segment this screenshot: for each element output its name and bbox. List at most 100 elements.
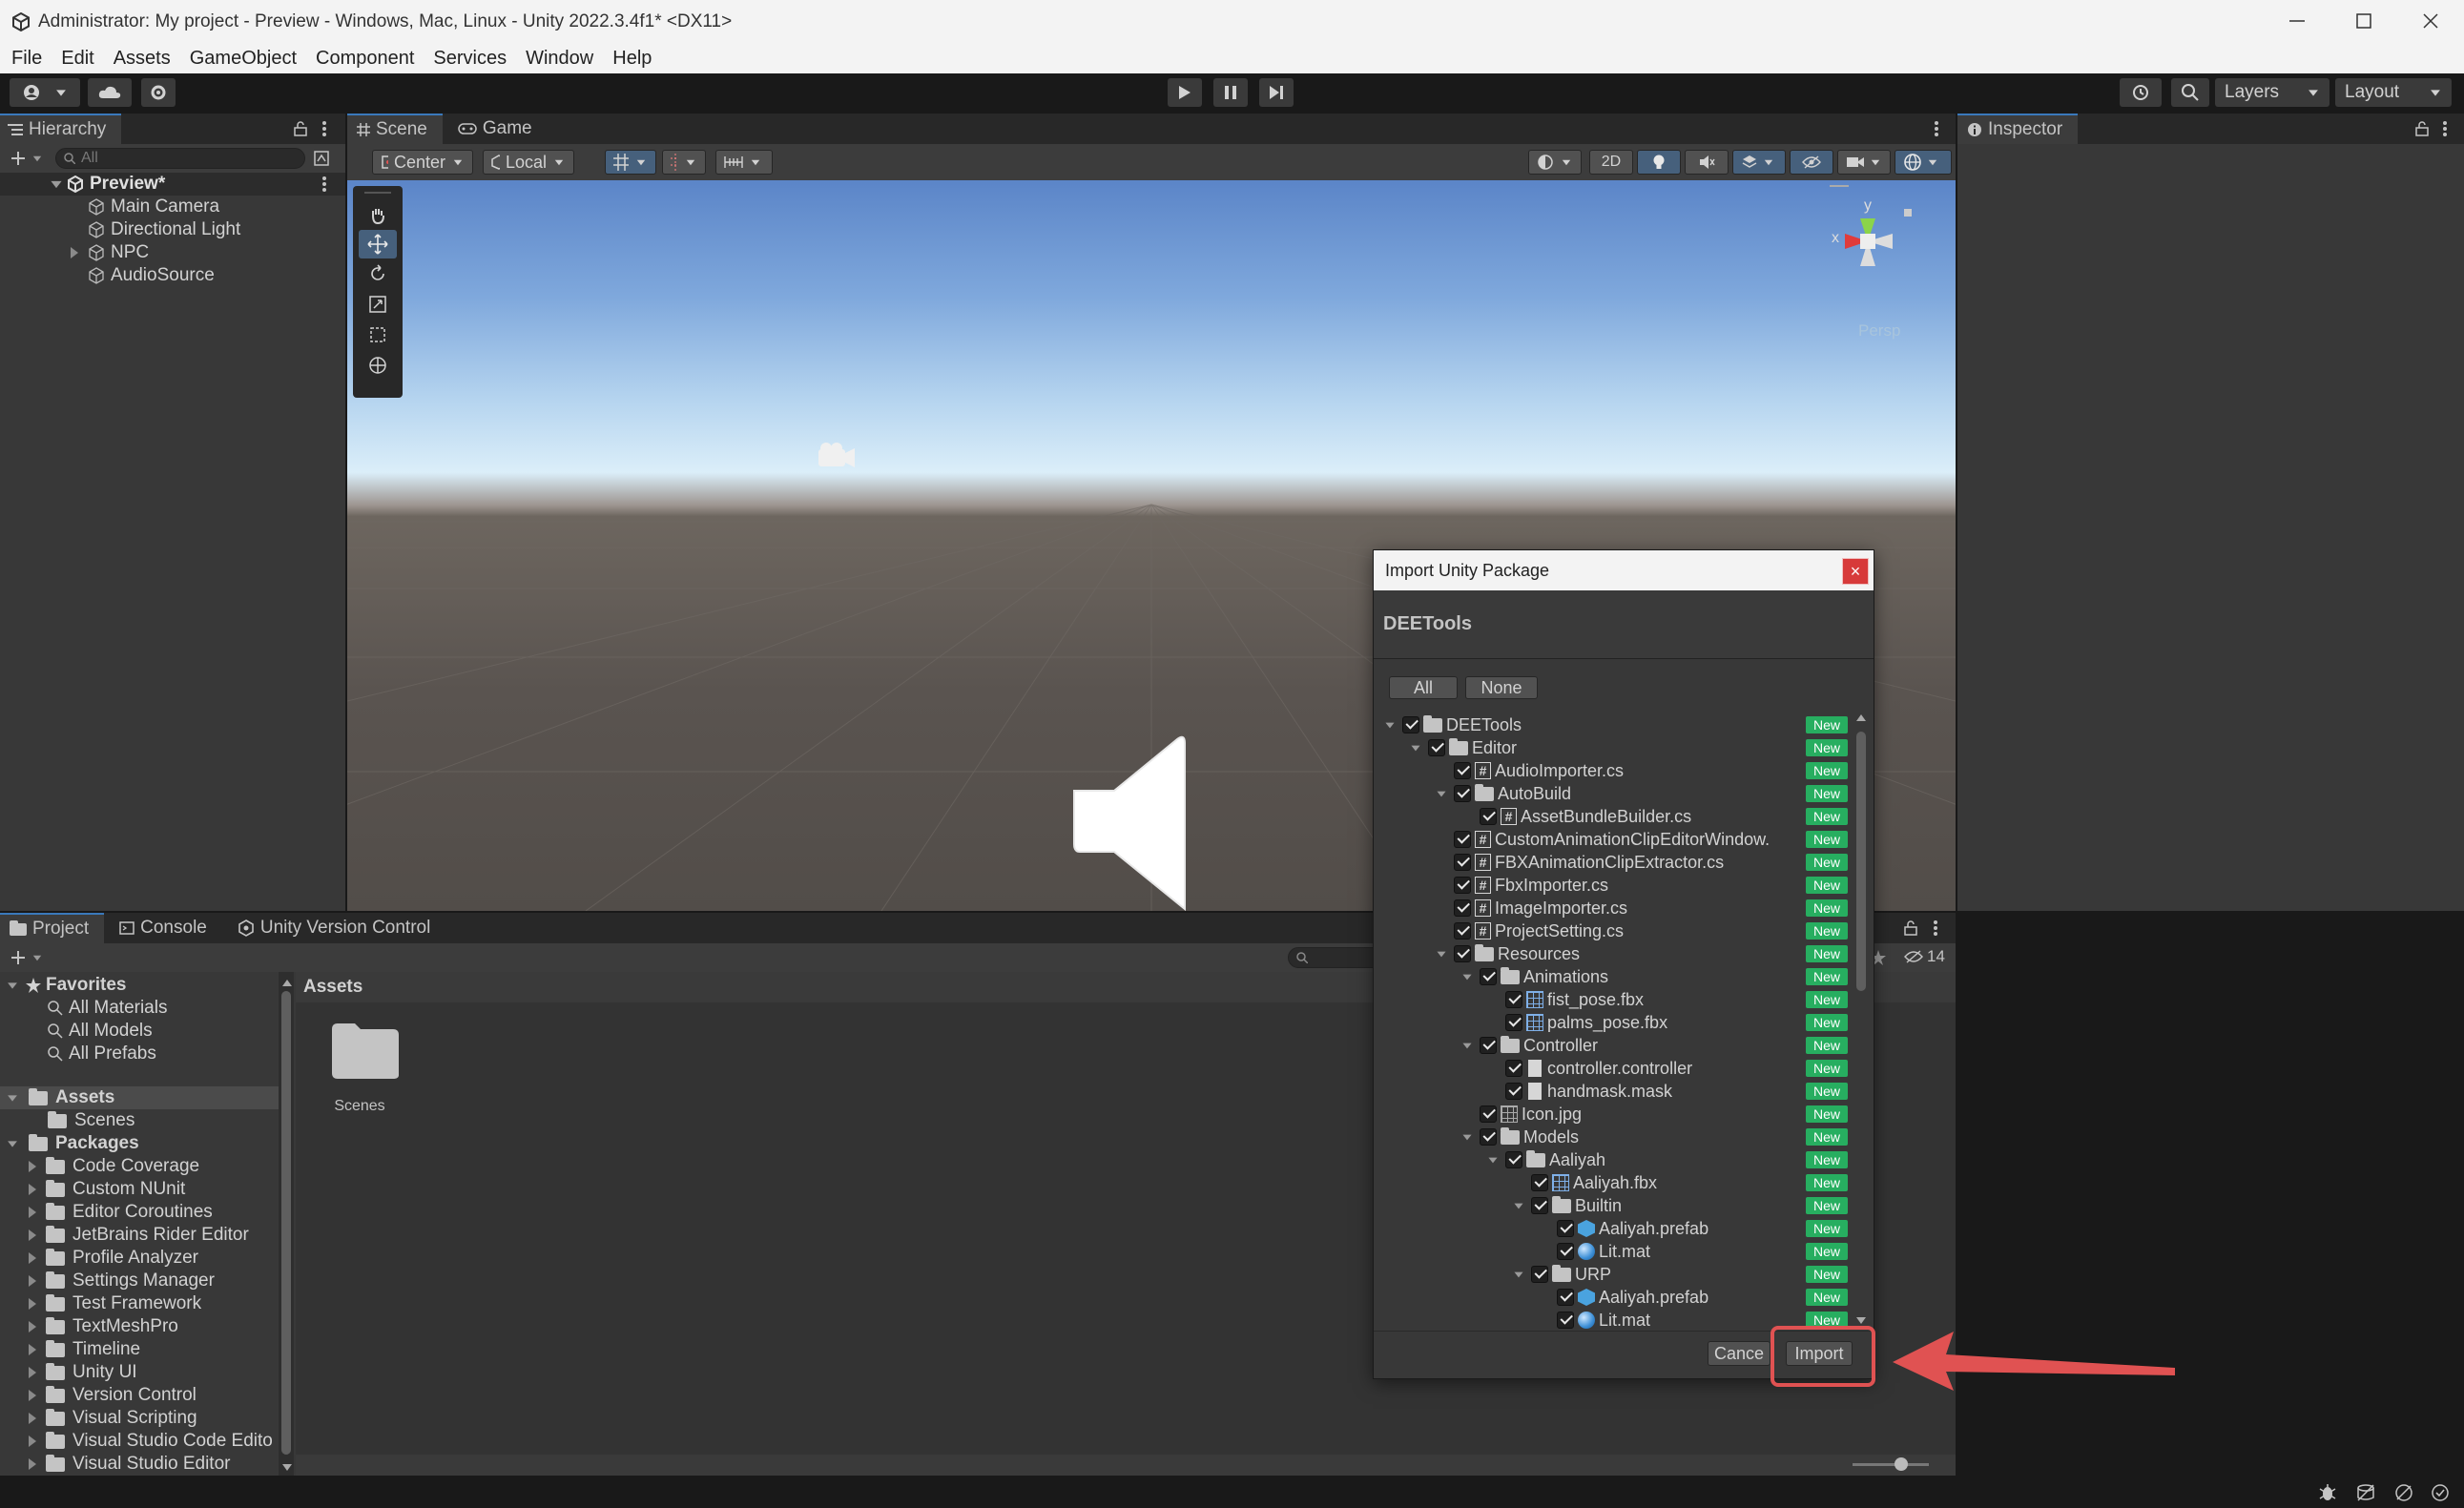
package-item[interactable]: Visual Studio Code Edito: [0, 1430, 279, 1453]
hand-tool-button[interactable]: [359, 201, 397, 230]
package-tree-row[interactable]: palms_pose.fbx New: [1374, 1011, 1848, 1034]
search-button[interactable]: [2171, 78, 2209, 107]
check-circle-icon[interactable]: [2431, 1483, 2450, 1502]
tab-hierarchy[interactable]: Hierarchy: [0, 114, 122, 144]
include-checkbox[interactable]: [1480, 808, 1497, 825]
package-item[interactable]: JetBrains Rider Editor: [0, 1224, 279, 1247]
dialog-close-button[interactable]: ×: [1842, 558, 1869, 585]
package-tree-row[interactable]: Aaliyah.prefab New: [1374, 1286, 1848, 1309]
audio-toggle[interactable]: [1685, 150, 1729, 175]
package-item[interactable]: Code Coverage: [0, 1155, 279, 1178]
hierarchy-search-input[interactable]: All: [55, 148, 305, 169]
grid-snap-button[interactable]: [605, 150, 656, 175]
create-asset-button[interactable]: [10, 949, 44, 966]
space-dropdown[interactable]: Local: [483, 150, 574, 175]
scene-root-row[interactable]: Preview*: [0, 173, 345, 196]
breadcrumb-assets[interactable]: Assets: [303, 977, 362, 998]
package-item[interactable]: Profile Analyzer: [0, 1247, 279, 1270]
expand-arrow-icon[interactable]: [29, 1275, 36, 1287]
package-item[interactable]: Visual Studio Editor: [0, 1453, 279, 1476]
icon-size-slider[interactable]: [1853, 1457, 1929, 1471]
tab-console[interactable]: Console: [104, 913, 222, 943]
asset-item-scenes[interactable]: Scenes: [317, 1020, 403, 1125]
include-checkbox[interactable]: [1505, 991, 1522, 1008]
package-tree-row[interactable]: AutoBuild New: [1374, 782, 1848, 805]
include-checkbox[interactable]: [1402, 716, 1419, 733]
expand-arrow-icon[interactable]: [1437, 951, 1446, 957]
expand-arrow-icon[interactable]: [29, 1413, 36, 1424]
package-tree-row[interactable]: # ProjectSetting.cs New: [1374, 919, 1848, 942]
package-tree-row[interactable]: handmask.mask New: [1374, 1080, 1848, 1103]
scene-kebab-icon[interactable]: [321, 175, 327, 194]
pivot-dropdown[interactable]: Center: [372, 150, 473, 175]
kebab-menu-icon[interactable]: [1934, 119, 1939, 138]
cache-server-icon[interactable]: [2356, 1483, 2375, 1502]
package-tree-row[interactable]: # AudioImporter.cs New: [1374, 759, 1848, 782]
select-all-button[interactable]: All: [1389, 676, 1458, 699]
expand-arrow-icon[interactable]: [29, 1390, 36, 1401]
menu-gameobject[interactable]: GameObject: [190, 48, 297, 70]
package-item[interactable]: Version Control: [0, 1384, 279, 1407]
rect-tool-button[interactable]: [359, 320, 397, 350]
include-checkbox[interactable]: [1428, 739, 1445, 756]
expand-arrow-icon[interactable]: [1437, 791, 1446, 796]
expand-arrow-icon[interactable]: [29, 1161, 36, 1172]
cancel-button[interactable]: Cance: [1708, 1341, 1770, 1366]
tree-scrollbar[interactable]: [279, 972, 294, 1476]
expand-arrow-icon[interactable]: [29, 1252, 36, 1264]
include-checkbox[interactable]: [1454, 945, 1471, 962]
menu-component[interactable]: Component: [316, 48, 414, 70]
expand-arrow-icon[interactable]: [1514, 1203, 1523, 1208]
kebab-menu-icon[interactable]: [2442, 119, 2448, 138]
include-checkbox[interactable]: [1531, 1174, 1548, 1191]
favorite-all-materials[interactable]: All Materials: [0, 997, 279, 1020]
visibility-toggle[interactable]: [1790, 150, 1833, 175]
network-disabled-icon[interactable]: [2394, 1483, 2413, 1502]
expand-arrow-icon[interactable]: [29, 1458, 36, 1470]
expand-arrow-icon[interactable]: [71, 247, 78, 258]
package-item[interactable]: Settings Manager: [0, 1270, 279, 1292]
include-checkbox[interactable]: [1531, 1197, 1548, 1214]
include-checkbox[interactable]: [1454, 877, 1471, 894]
include-checkbox[interactable]: [1557, 1289, 1574, 1306]
package-tree-row[interactable]: Aaliyah.fbx New: [1374, 1171, 1848, 1194]
include-checkbox[interactable]: [1480, 968, 1497, 985]
menu-edit[interactable]: Edit: [61, 48, 93, 70]
step-button[interactable]: [1259, 78, 1294, 107]
package-item[interactable]: Test Framework: [0, 1292, 279, 1315]
include-checkbox[interactable]: [1505, 1014, 1522, 1031]
tab-scene[interactable]: Scene: [347, 114, 443, 144]
include-checkbox[interactable]: [1454, 762, 1471, 779]
include-checkbox[interactable]: [1505, 1151, 1522, 1168]
rotate-tool-button[interactable]: [359, 258, 397, 289]
layers-dropdown[interactable]: Layers: [2215, 78, 2329, 107]
favorites-header[interactable]: Favorites: [0, 974, 279, 997]
include-checkbox[interactable]: [1505, 1060, 1522, 1077]
expand-arrow-icon[interactable]: [29, 1184, 36, 1195]
package-tree-row[interactable]: Editor New: [1374, 736, 1848, 759]
expand-arrow-icon[interactable]: [1385, 722, 1395, 728]
menu-services[interactable]: Services: [433, 48, 507, 70]
package-tree-row[interactable]: # ImageImporter.cs New: [1374, 897, 1848, 919]
menu-file[interactable]: File: [11, 48, 42, 70]
assets-scenes-folder[interactable]: Scenes: [0, 1109, 279, 1132]
expand-arrow-icon[interactable]: [29, 1344, 36, 1355]
package-item[interactable]: Editor Coroutines: [0, 1201, 279, 1224]
package-tree-row[interactable]: Aaliyah.prefab New: [1374, 1217, 1848, 1240]
package-tree-row[interactable]: Lit.mat New: [1374, 1240, 1848, 1263]
camera-gizmo-icon[interactable]: [813, 440, 859, 472]
package-tree-row[interactable]: Icon.jpg New: [1374, 1103, 1848, 1126]
include-checkbox[interactable]: [1557, 1312, 1574, 1329]
assets-root[interactable]: Assets: [0, 1086, 279, 1109]
include-checkbox[interactable]: [1454, 831, 1471, 848]
expand-arrow-icon[interactable]: [1411, 745, 1420, 751]
package-item[interactable]: TextMeshPro: [0, 1315, 279, 1338]
camera-dropdown[interactable]: [1837, 150, 1891, 175]
kebab-menu-icon[interactable]: [321, 119, 327, 138]
select-none-button[interactable]: None: [1465, 676, 1538, 699]
include-checkbox[interactable]: [1454, 899, 1471, 917]
history-button[interactable]: [2120, 78, 2162, 107]
package-tree-row[interactable]: # AssetBundleBuilder.cs New: [1374, 805, 1848, 828]
include-checkbox[interactable]: [1557, 1220, 1574, 1237]
minimize-button[interactable]: [2286, 11, 2309, 31]
